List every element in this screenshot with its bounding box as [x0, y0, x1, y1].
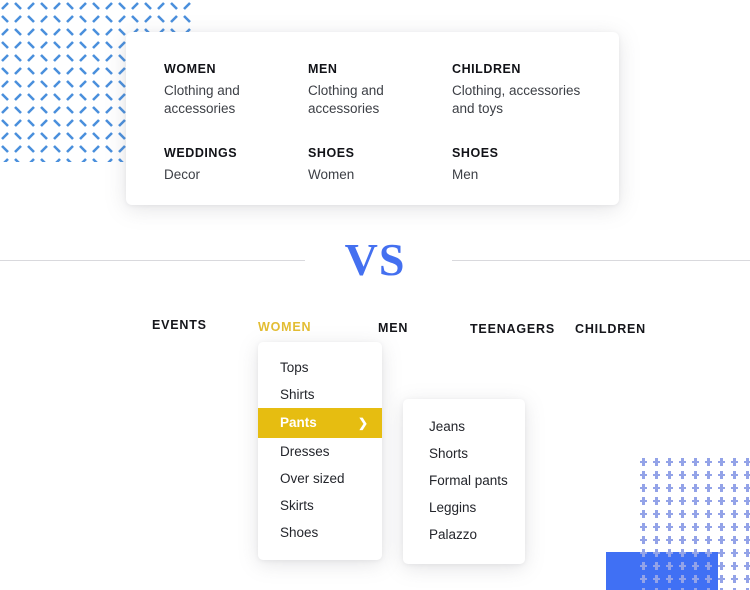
- mega-menu-column-description: Clothing, accessories and toys: [452, 83, 581, 117]
- women-dropdown-menu: Tops Shirts Pants ❯ Dresses Over sized S…: [258, 342, 382, 560]
- mega-menu-column-description: Men: [452, 167, 479, 183]
- submenu-item-leggins[interactable]: Leggins: [403, 494, 525, 521]
- mega-menu-column-title: SHOES: [452, 146, 499, 161]
- submenu-item-jeans[interactable]: Jeans: [403, 413, 525, 440]
- dropdown-item-pants[interactable]: Pants ❯: [258, 408, 382, 438]
- blue-rectangle-decoration: [606, 552, 718, 590]
- mega-menu-column-men[interactable]: MEN Clothing and accessories: [308, 62, 452, 118]
- mega-menu-column-shoes-women[interactable]: SHOES Women: [308, 146, 452, 184]
- mega-menu-column-title: SHOES: [308, 146, 355, 161]
- mega-menu-column-title: MEN: [308, 62, 338, 76]
- mega-menu-column-title: WEDDINGS: [164, 146, 238, 161]
- nav-item-events[interactable]: EVENTS: [152, 314, 207, 336]
- mega-menu-column-description: Clothing and accessories: [308, 83, 384, 117]
- page-canvas: WOMEN Clothing and accessories MEN Cloth…: [0, 0, 750, 590]
- pants-submenu: Jeans Shorts Formal pants Leggins Palazz…: [403, 399, 525, 564]
- mega-menu-column-weddings[interactable]: WEDDINGS Decor: [164, 146, 308, 184]
- main-navigation: EVENTS WOMEN MEN TEENAGERS CHILDREN: [152, 314, 672, 336]
- nav-item-teenagers[interactable]: TEENAGERS: [470, 318, 555, 340]
- dropdown-item-shoes[interactable]: Shoes: [258, 519, 382, 546]
- nav-item-women[interactable]: WOMEN: [258, 316, 311, 338]
- mega-menu-column-title: CHILDREN: [452, 62, 521, 76]
- submenu-item-palazzo[interactable]: Palazzo: [403, 521, 525, 548]
- dropdown-item-dresses[interactable]: Dresses: [258, 438, 382, 465]
- chevron-right-icon: ❯: [357, 416, 368, 430]
- mega-menu-column-shoes-men[interactable]: SHOES Men: [452, 146, 583, 184]
- nav-item-children[interactable]: CHILDREN: [575, 318, 646, 340]
- submenu-item-formal-pants[interactable]: Formal pants: [403, 467, 525, 494]
- vs-divider: VS: [0, 232, 750, 288]
- submenu-item-shorts[interactable]: Shorts: [403, 440, 525, 467]
- dropdown-item-over-sized[interactable]: Over sized: [258, 465, 382, 492]
- mega-menu-card: WOMEN Clothing and accessories MEN Cloth…: [126, 32, 619, 205]
- dropdown-item-tops[interactable]: Tops: [258, 354, 382, 381]
- mega-menu-column-description: Decor: [164, 167, 201, 183]
- vs-label: VS: [344, 234, 406, 285]
- mega-menu-column-description: Clothing and accessories: [164, 83, 240, 117]
- mega-menu-column-description: Women: [308, 167, 355, 183]
- mega-menu-grid: WOMEN Clothing and accessories MEN Cloth…: [164, 62, 583, 185]
- dropdown-item-shirts[interactable]: Shirts: [258, 381, 382, 408]
- mega-menu-column-title: WOMEN: [164, 62, 217, 76]
- mega-menu-column-women[interactable]: WOMEN Clothing and accessories: [164, 62, 308, 118]
- dropdown-item-label: Pants: [280, 415, 317, 430]
- mega-menu-column-children[interactable]: CHILDREN Clothing, accessories and toys: [452, 62, 583, 118]
- nav-item-men[interactable]: MEN: [378, 317, 408, 339]
- dropdown-item-skirts[interactable]: Skirts: [258, 492, 382, 519]
